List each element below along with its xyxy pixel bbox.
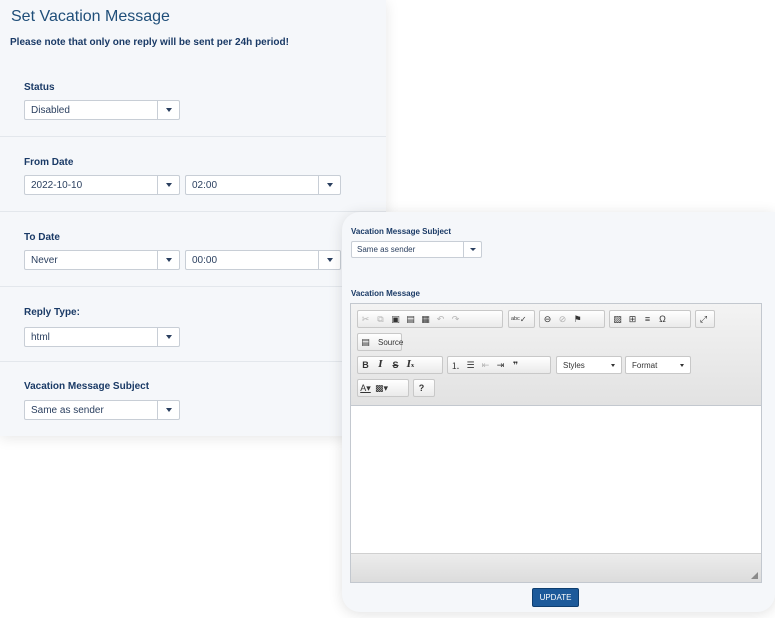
bulleted-list-icon[interactable]: ☰: [463, 357, 478, 373]
to-time-select[interactable]: 00:00: [185, 250, 341, 270]
blockquote-icon[interactable]: ❞: [508, 357, 523, 373]
message-body-editor[interactable]: [351, 407, 761, 552]
to-time-value: 00:00: [192, 255, 218, 266]
editor-subject-select[interactable]: Same as sender: [351, 241, 482, 258]
chevron-down-icon[interactable]: [318, 176, 340, 194]
source-button[interactable]: ▤ Source: [357, 333, 403, 351]
chevron-down-icon[interactable]: [157, 251, 179, 269]
reply-type-select[interactable]: html: [24, 327, 180, 347]
styles-combo[interactable]: Styles: [556, 356, 622, 374]
to-date-label: To Date: [24, 232, 60, 243]
unlink-icon[interactable]: ⊘: [555, 311, 570, 327]
status-section: Status Disabled: [0, 62, 386, 137]
copy-icon[interactable]: ⧉: [373, 311, 388, 327]
rich-text-editor: ✂ ⧉ ▣ ▤ ▦ ↶ ↷ ᵃᵇᶜ✓ ⊖ ⊘ ⚑ ▨ ⊞ ≡ Ω ⤢ ▤ Sou…: [350, 303, 762, 583]
status-label: Status: [24, 82, 55, 93]
bg-color-icon[interactable]: ▩▾: [373, 380, 390, 396]
paste-icon[interactable]: ▣: [388, 311, 403, 327]
from-time-select[interactable]: 02:00: [185, 175, 341, 195]
reply-type-section: Reply Type: html: [0, 287, 386, 362]
special-char-icon[interactable]: Ω: [655, 311, 670, 327]
insert-group: ▨ ⊞ ≡ Ω: [609, 310, 691, 328]
paste-text-icon[interactable]: ▤: [403, 311, 418, 327]
link-group: ⊖ ⊘ ⚑: [539, 310, 605, 328]
table-icon[interactable]: ⊞: [625, 311, 640, 327]
page-title: Set Vacation Message: [11, 8, 170, 25]
text-color-icon[interactable]: A▾: [358, 380, 373, 396]
italic-icon[interactable]: I: [373, 357, 388, 373]
from-time-value: 02:00: [192, 180, 218, 191]
to-date-select[interactable]: Never: [24, 250, 180, 270]
about-group: ?: [413, 379, 435, 397]
status-value: Disabled: [31, 105, 70, 116]
vacation-message-panel: Vacation Message Subject Same as sender …: [342, 212, 775, 612]
resize-handle-icon[interactable]: [751, 572, 758, 579]
message-label: Vacation Message: [351, 289, 420, 298]
spellcheck-icon[interactable]: ᵃᵇᶜ✓: [509, 311, 529, 327]
help-icon[interactable]: ?: [414, 380, 429, 396]
subject-section: Vacation Message Subject Same as sender: [0, 362, 386, 432]
spellcheck-group: ᵃᵇᶜ✓: [508, 310, 535, 328]
vacation-settings-panel: Set Vacation Message Please note that on…: [0, 0, 386, 436]
from-date-value: 2022-10-10: [31, 180, 83, 191]
redo-icon[interactable]: ↷: [448, 311, 463, 327]
paste-word-icon[interactable]: ▦: [418, 311, 433, 327]
remove-format-icon[interactable]: Iₓ: [403, 357, 418, 373]
chevron-down-icon[interactable]: [157, 176, 179, 194]
to-date-value: Never: [31, 255, 58, 266]
outdent-icon[interactable]: ⇤: [478, 357, 493, 373]
editor-status-bar: [351, 553, 761, 582]
update-button[interactable]: UPDATE: [532, 588, 579, 607]
numbered-list-icon[interactable]: ⒈: [448, 357, 463, 373]
link-icon[interactable]: ⊖: [540, 311, 555, 327]
editor-subject-label: Vacation Message Subject: [351, 227, 452, 236]
notice-text: Please note that only one reply will be …: [10, 37, 289, 48]
strike-icon[interactable]: S: [388, 357, 403, 373]
chevron-down-icon[interactable]: [157, 101, 179, 119]
to-date-section: To Date Never 00:00: [0, 212, 386, 287]
from-date-section: From Date 2022-10-10 02:00: [0, 137, 386, 212]
subject-select[interactable]: Same as sender: [24, 400, 180, 420]
editor-toolbar: ✂ ⧉ ▣ ▤ ▦ ↶ ↷ ᵃᵇᶜ✓ ⊖ ⊘ ⚑ ▨ ⊞ ≡ Ω ⤢ ▤ Sou…: [351, 304, 761, 406]
list-group: ⒈ ☰ ⇤ ⇥ ❞: [447, 356, 551, 374]
clipboard-group: ✂ ⧉ ▣ ▤ ▦ ↶ ↷: [357, 310, 503, 328]
basic-style-group: B I S Iₓ: [357, 356, 443, 374]
from-date-select[interactable]: 2022-10-10: [24, 175, 180, 195]
indent-icon[interactable]: ⇥: [493, 357, 508, 373]
chevron-down-icon[interactable]: [318, 251, 340, 269]
color-group: A▾ ▩▾: [357, 379, 409, 397]
maximize-icon[interactable]: ⤢: [696, 311, 711, 327]
chevron-down-icon[interactable]: [157, 328, 179, 346]
horizontal-line-icon[interactable]: ≡: [640, 311, 655, 327]
editor-subject-value: Same as sender: [357, 245, 416, 254]
subject-value: Same as sender: [31, 405, 104, 416]
cut-icon[interactable]: ✂: [358, 311, 373, 327]
reply-type-label: Reply Type:: [24, 307, 80, 318]
chevron-down-icon[interactable]: [157, 401, 179, 419]
image-icon[interactable]: ▨: [610, 311, 625, 327]
format-combo[interactable]: Format: [625, 356, 691, 374]
source-label: Source: [378, 337, 404, 347]
chevron-down-icon: [680, 364, 684, 367]
undo-icon[interactable]: ↶: [433, 311, 448, 327]
format-label: Format: [632, 361, 658, 370]
chevron-down-icon[interactable]: [463, 242, 481, 257]
anchor-flag-icon[interactable]: ⚑: [570, 311, 585, 327]
styles-label: Styles: [563, 361, 585, 370]
subject-label: Vacation Message Subject: [24, 381, 150, 392]
from-date-label: From Date: [24, 157, 74, 168]
maximize-group: ⤢: [695, 310, 715, 328]
source-doc-icon: ▤: [361, 336, 370, 347]
chevron-down-icon: [611, 364, 615, 367]
status-select[interactable]: Disabled: [24, 100, 180, 120]
bold-icon[interactable]: B: [358, 357, 373, 373]
reply-type-value: html: [31, 332, 50, 343]
